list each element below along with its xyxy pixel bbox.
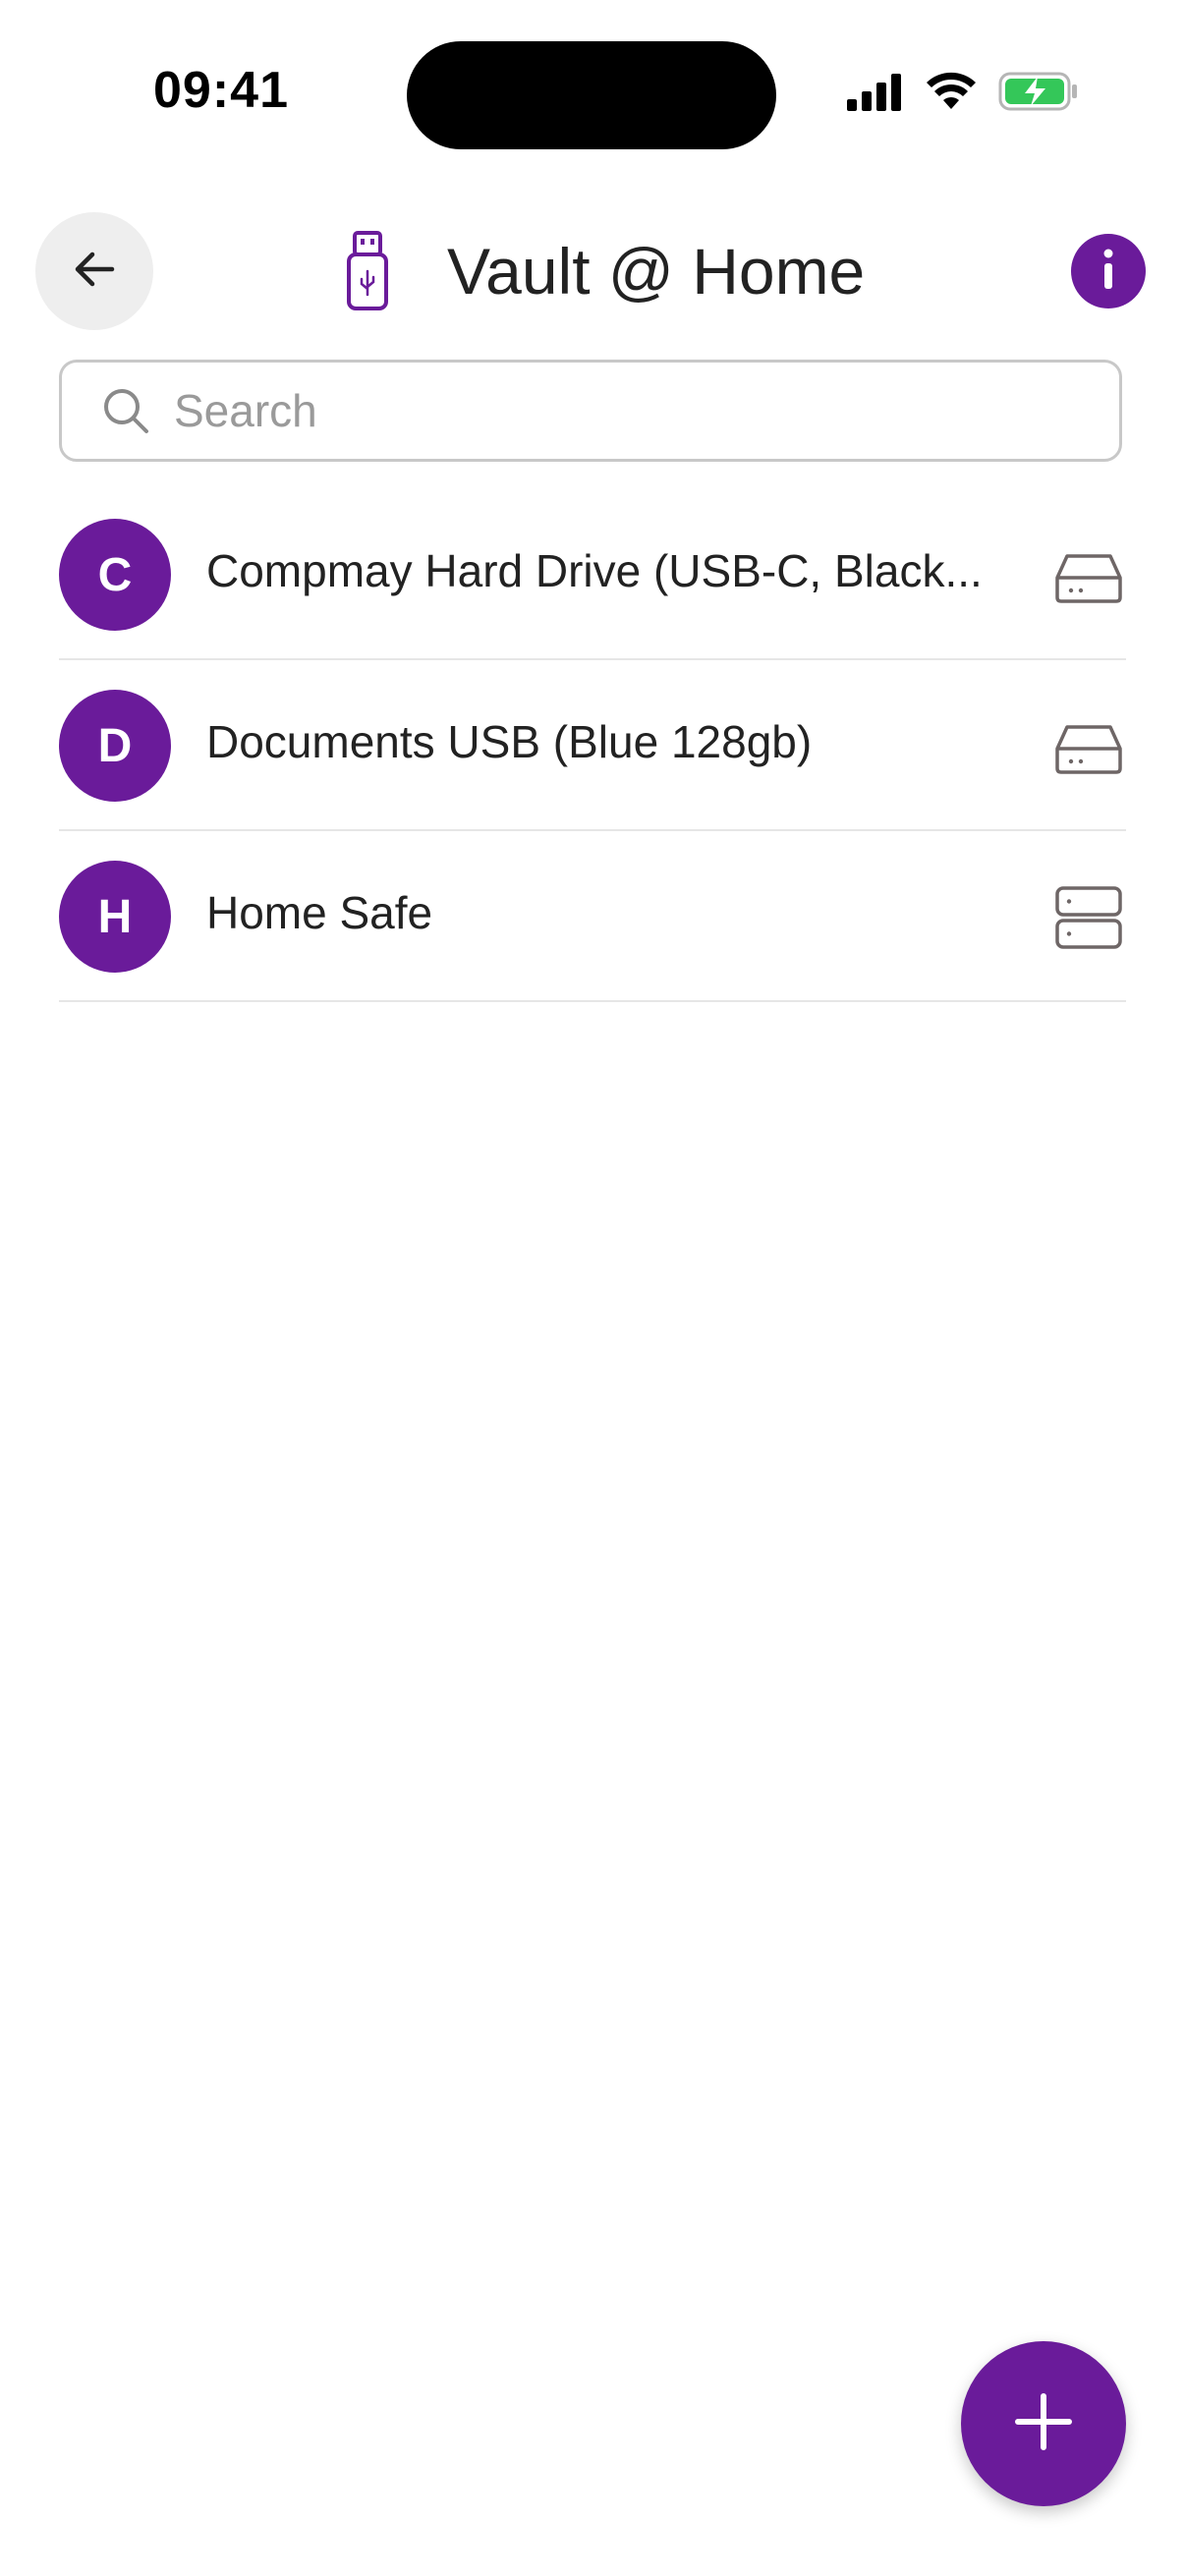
status-bar: 09:41	[0, 0, 1185, 187]
list-item[interactable]: C Compmay Hard Drive (USB-C, Black...	[59, 489, 1126, 660]
add-button[interactable]	[961, 2341, 1126, 2506]
dynamic-island	[407, 41, 776, 149]
battery-charging-icon	[998, 71, 1079, 117]
back-button[interactable]	[35, 212, 153, 330]
search-input[interactable]	[172, 383, 1060, 438]
server-icon	[1053, 882, 1124, 953]
list-item[interactable]: D Documents USB (Blue 128gb)	[59, 660, 1126, 831]
page-title: Vault @ Home	[447, 235, 866, 308]
list-item[interactable]: H Home Safe	[59, 831, 1126, 1002]
info-button[interactable]	[1071, 234, 1146, 308]
item-label: Home Safe	[206, 887, 433, 938]
search-box	[59, 360, 1122, 462]
status-icons	[845, 71, 1079, 117]
header: Vault @ Home	[0, 208, 1185, 336]
avatar: D	[59, 690, 171, 802]
avatar: C	[59, 519, 171, 631]
cellular-signal-icon	[845, 72, 904, 116]
avatar: H	[59, 861, 171, 973]
item-label: Documents USB (Blue 128gb)	[206, 716, 813, 767]
wifi-icon	[926, 72, 977, 116]
status-time: 09:41	[153, 62, 289, 119]
arrow-left-icon	[69, 244, 120, 300]
item-list: C Compmay Hard Drive (USB-C, Black... D …	[59, 489, 1126, 1002]
usb-drive-icon	[344, 230, 391, 317]
plus-icon	[1012, 2390, 1075, 2458]
hard-drive-icon	[1053, 540, 1124, 611]
hard-drive-icon	[1053, 711, 1124, 782]
info-icon	[1099, 248, 1118, 296]
item-label: Compmay Hard Drive (USB-C, Black...	[206, 545, 983, 596]
search-icon	[101, 386, 150, 435]
